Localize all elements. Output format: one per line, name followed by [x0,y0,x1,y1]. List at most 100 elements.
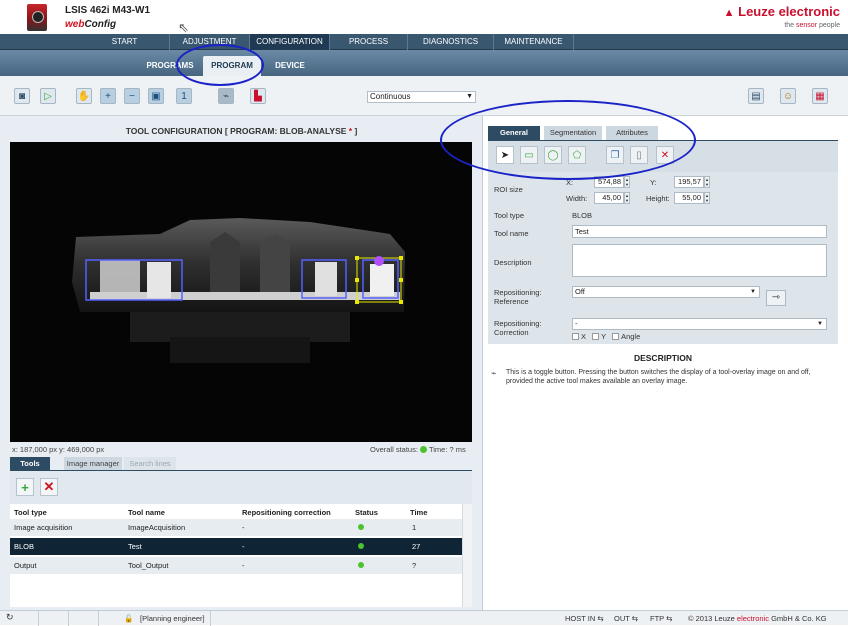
width-label: Width: [566,194,588,203]
repos-correction-label-1: Repositioning: [494,319,542,328]
col-repositioning: Repositioning correction [242,508,331,517]
checkbox-y[interactable] [592,333,600,340]
repos-reference-select[interactable]: Off ▼ [572,286,760,298]
roi-size-label: ROI size [494,185,523,194]
host-in-status: HOST IN ⇆ [565,614,604,623]
tagline-prefix: the [784,22,797,29]
zoom-actual-icon[interactable]: 1 [176,88,192,104]
signal-icon: ⇆ [666,614,673,623]
repos-reference-label-2: Reference [494,297,529,306]
table-row[interactable]: Image acquisition ImageAcquisition - 1 [10,519,462,536]
display-menu-icon[interactable]: ▦ [812,88,828,104]
tool-config-title-end: ] [352,126,358,136]
layout-menu-icon[interactable]: ▤ [748,88,764,104]
delete-tool-icon[interactable]: ✕ [40,478,58,496]
roi-width-spinner[interactable]: ▲ ▼ [624,192,630,204]
chevron-down-icon: ▼ [750,289,756,295]
col-tool-name: Tool name [128,508,165,517]
zoom-fit-icon[interactable]: ▣ [148,88,164,104]
tools-toolbar [10,470,472,504]
subtab-device[interactable]: DEVICE [265,56,315,76]
overall-status: Overall status: Time: ? ms [370,445,466,454]
lock-icon[interactable]: 🔓 [124,614,133,623]
col-time: Time [410,508,428,517]
copyright-suffix: GmbH & Co. KG [769,614,827,623]
record-icon[interactable]: ▙ [250,88,266,104]
table-row[interactable]: Output Tool_Output - ? [10,557,462,574]
tab-search-lines: Search lines [124,457,176,470]
copyright-highlight: electronic [736,614,770,623]
repos-correction-value: - [575,319,578,328]
tab-configuration[interactable]: CONFIGURATION [250,34,330,50]
table-row-selected[interactable]: BLOB Test - 27 [10,538,462,555]
zoom-in-icon[interactable]: + [100,88,116,104]
tool-name-field[interactable]: Test [572,225,827,238]
brand-logo: ▲ Leuze electronic [724,4,840,19]
device-name: LSIS 462i M43-W1 [65,5,151,16]
cursor-coordinates: x: 187,000 px y: 469,000 px [12,445,105,454]
y-label: Y: [650,178,657,187]
cell-tool-type: Image acquisition [14,523,73,532]
users-icon[interactable]: ☺ [780,88,796,104]
trigger-mode-select[interactable]: Continuous ▼ [367,91,476,103]
roi-height-field[interactable]: 55,00 [674,192,704,204]
camera-icon[interactable]: ◙ [14,88,30,104]
status-ok-icon [419,446,427,453]
overlay-toggle-icon: ⌁ [491,368,497,378]
col-tool-type: Tool type [14,508,47,517]
copyright: © 2013 Leuze electronic GmbH & Co. KG [688,614,827,623]
tool-config-title: TOOL CONFIGURATION [ PROGRAM: BLOB-ANALY… [0,126,483,136]
zoom-out-icon[interactable]: − [124,88,140,104]
roi-y-spinner[interactable]: ▲ ▼ [704,176,710,188]
checkbox-x-label: X [581,332,587,341]
description-field[interactable] [572,244,827,277]
checkbox-x[interactable] [572,333,579,340]
refresh-icon[interactable]: ↻ [6,612,14,623]
annotation-ring-property-tabs [440,100,696,180]
tagline-highlight: sensor [796,22,818,29]
signal-icon: ⇆ [631,614,639,623]
repos-correction-select[interactable]: - ▼ [572,318,827,330]
play-icon[interactable]: ▷ [40,88,56,104]
warning-triangle-icon: ▲ [723,7,735,19]
roi-y-field[interactable]: 195,57 [674,176,704,188]
arrow-right-icon[interactable]: ⇾ [766,290,786,306]
tab-tools[interactable]: Tools [10,457,50,470]
tab-start[interactable]: START [80,34,170,50]
repos-reference-label-1: Repositioning: [494,288,542,297]
repos-correction-label-2: Correction [494,328,529,337]
tab-image-manager[interactable]: Image manager [64,457,122,470]
status-bar: ↻ 🔓 [Planning engineer] HOST IN ⇆ OUT ⇆ … [0,610,848,626]
trigger-mode-value: Continuous [370,92,411,101]
cell-tool-name: Test [128,542,142,551]
table-scrollbar[interactable] [462,504,472,607]
roi-height-spinner[interactable]: ▲ ▼ [704,192,710,204]
repos-reference-value: Off [575,287,585,296]
description-label: Description [494,258,532,267]
tab-diagnostics[interactable]: DIAGNOSTICS [408,34,494,50]
roi-x-spinner[interactable]: ▲ ▼ [624,176,630,188]
status-separator [68,611,69,626]
roi-width-field[interactable]: 45,00 [594,192,624,204]
annotation-ring-program-tab [176,44,264,86]
app-name: webConfig [65,19,116,30]
tool-type-value: BLOB [572,211,593,220]
correction-checkboxes: X Y Angle [572,332,640,341]
add-tool-icon[interactable]: + [16,478,34,496]
checkbox-angle-label: Angle [621,332,641,341]
cell-repositioning: - [242,523,245,532]
camera-image-view[interactable] [10,142,472,442]
brand-name: Leuze electronic [738,4,840,19]
checkbox-angle[interactable] [612,333,620,340]
cell-time: 1 [412,523,417,532]
cell-repositioning: - [242,542,245,551]
col-status: Status [355,508,378,517]
tool-config-title-text: TOOL CONFIGURATION [ PROGRAM: BLOB-ANALY… [125,126,347,136]
hand-icon[interactable]: ✋ [76,88,92,104]
main-nav: START ADJUSTMENT CONFIGURATION PROCESS D… [0,34,848,50]
description-text: This is a toggle button. Pressing the bu… [506,369,811,385]
tab-process[interactable]: PROCESS [330,34,408,50]
out-label: OUT [614,614,630,623]
tab-maintenance[interactable]: MAINTENANCE [494,34,574,50]
overlay-toggle-icon[interactable]: ⌁ [218,88,234,104]
